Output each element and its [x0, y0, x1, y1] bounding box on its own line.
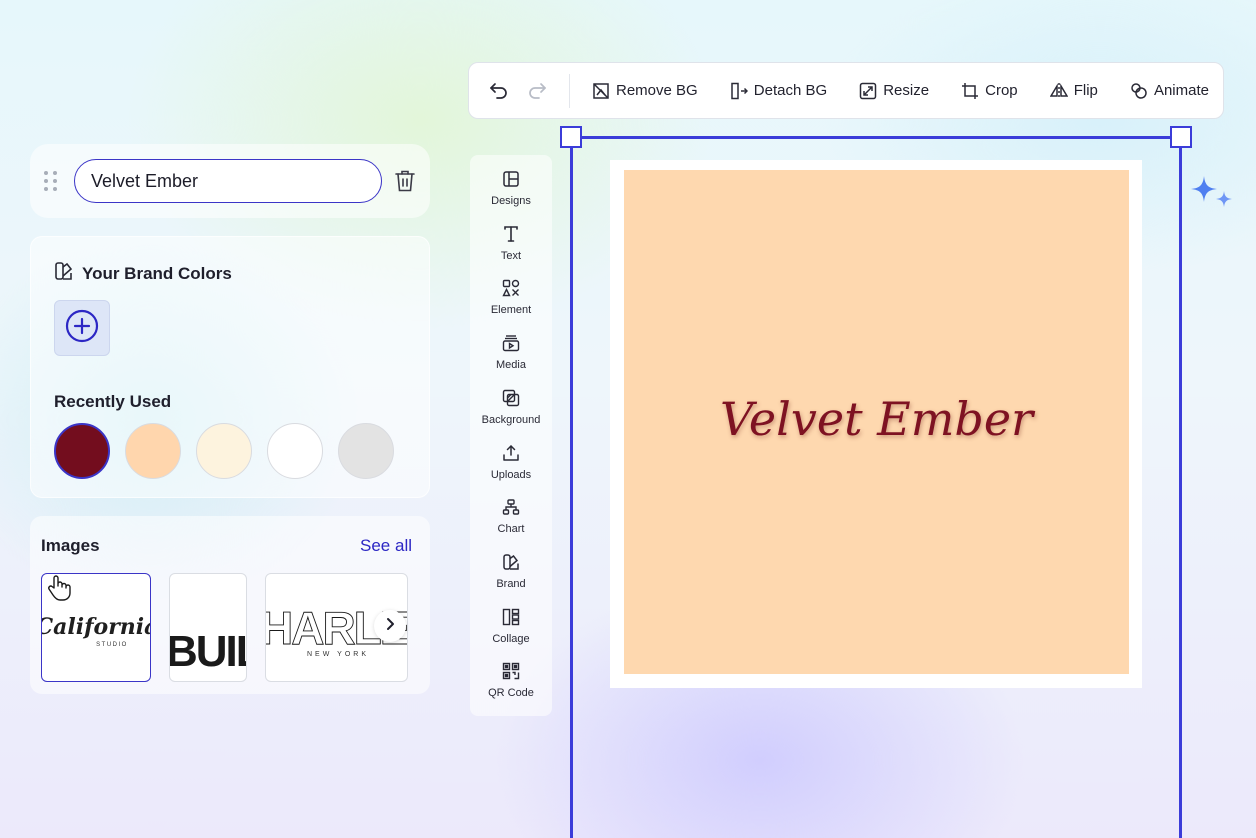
redo-icon[interactable]: [525, 79, 549, 103]
drag-handle-icon[interactable]: [44, 170, 62, 192]
resize-icon: [859, 82, 877, 100]
tool-label: Designs: [491, 195, 531, 207]
hand-cursor-icon: [46, 574, 72, 602]
animate-button[interactable]: Animate: [1130, 82, 1209, 100]
tool-designs[interactable]: Designs: [470, 169, 552, 224]
tool-qr-code[interactable]: QR Code: [470, 661, 552, 716]
detach-bg-button[interactable]: Detach BG: [730, 82, 827, 100]
see-all-link[interactable]: See all: [360, 536, 412, 556]
built-logo-text: BUILT: [170, 627, 247, 676]
images-card: Images See all California STUDIO BUILT H…: [30, 516, 430, 694]
tool-chart[interactable]: Chart: [470, 497, 552, 552]
tool-label: Element: [490, 304, 532, 317]
flip-icon: [1049, 82, 1068, 100]
tool-collage[interactable]: Collage: [470, 607, 552, 662]
top-toolbar: Remove BG Detach BG Resize Crop Flip Ani…: [468, 62, 1224, 119]
flip-button[interactable]: Flip: [1049, 82, 1098, 100]
next-arrow-button[interactable]: [374, 610, 406, 642]
color-swatch-3[interactable]: [267, 423, 323, 479]
side-tools-panel: Designs Text Element Media Background Up…: [470, 155, 552, 716]
tool-label: Collage: [492, 632, 530, 645]
resize-handle-top-right[interactable]: [1170, 126, 1192, 148]
selection-frame: [560, 126, 1192, 838]
crop-button[interactable]: Crop: [961, 82, 1018, 100]
resize-handle-top-left[interactable]: [560, 126, 582, 148]
background-icon: [501, 388, 521, 408]
tool-element[interactable]: Element: [470, 278, 552, 333]
tool-label: Background: [481, 413, 541, 426]
collage-icon: [501, 607, 521, 627]
crop-label: Crop: [985, 82, 1018, 99]
animate-label: Animate: [1153, 82, 1209, 99]
remove-bg-button[interactable]: Remove BG: [592, 82, 698, 100]
tool-label: Media: [496, 359, 526, 372]
brand-colors-heading: Your Brand Colors: [54, 261, 232, 286]
brand-colors-card: Your Brand Colors Recently Used: [30, 236, 430, 498]
harlem-logo-subtext: NEW YORK: [307, 651, 369, 658]
brand-colors-title: Your Brand Colors: [82, 263, 232, 283]
palette-name-card: [30, 144, 430, 218]
element-icon: [501, 278, 521, 298]
palette-icon: [54, 261, 74, 286]
color-swatch-1[interactable]: [125, 423, 181, 479]
tool-label: Chart: [497, 523, 525, 536]
california-logo-text: California: [42, 614, 151, 640]
chart-icon: [501, 497, 521, 517]
media-icon: [501, 333, 521, 353]
designs-icon: [501, 169, 521, 189]
history-controls: [487, 73, 570, 108]
undo-icon[interactable]: [487, 79, 511, 103]
tool-media[interactable]: Media: [470, 333, 552, 388]
california-logo-subtext: STUDIO: [96, 642, 128, 648]
add-color-button[interactable]: [54, 300, 110, 356]
color-swatch-0[interactable]: [54, 423, 110, 479]
tool-uploads[interactable]: Uploads: [470, 443, 552, 498]
qr-code-icon: [501, 661, 521, 681]
plus-circle-icon: [65, 309, 99, 348]
color-swatch-2[interactable]: [196, 423, 252, 479]
remove-bg-icon: [592, 82, 610, 100]
images-title: Images: [41, 536, 100, 555]
chevron-right-icon: [383, 617, 397, 636]
resize-label: Resize: [883, 82, 930, 99]
brand-icon: [501, 552, 521, 572]
tool-label: QR Code: [488, 687, 534, 700]
toolbar-tools: Remove BG Detach BG Resize Crop Flip Ani…: [570, 82, 1209, 100]
text-icon: [501, 224, 521, 244]
remove-bg-label: Remove BG: [616, 82, 698, 99]
uploads-icon: [501, 443, 521, 463]
color-swatch-4[interactable]: [338, 423, 394, 479]
image-thumbnail-built[interactable]: BUILT: [169, 573, 247, 682]
recent-swatches: [54, 423, 394, 479]
palette-name-input[interactable]: [74, 159, 382, 203]
trash-icon[interactable]: [392, 168, 418, 194]
flip-label: Flip: [1073, 82, 1098, 99]
recently-used-title: Recently Used: [54, 392, 172, 411]
tool-label: Uploads: [490, 468, 532, 481]
crop-icon: [961, 82, 979, 100]
tool-background[interactable]: Background: [470, 388, 552, 443]
tool-text[interactable]: Text: [470, 224, 552, 279]
tool-label: Brand: [496, 577, 526, 590]
animate-icon: [1130, 82, 1148, 100]
sparkle-icon[interactable]: [1188, 174, 1238, 214]
detach-bg-icon: [730, 82, 748, 100]
detach-bg-label: Detach BG: [753, 82, 828, 99]
tool-brand[interactable]: Brand: [470, 552, 552, 607]
tool-label: Text: [500, 249, 522, 262]
resize-button[interactable]: Resize: [859, 82, 929, 100]
